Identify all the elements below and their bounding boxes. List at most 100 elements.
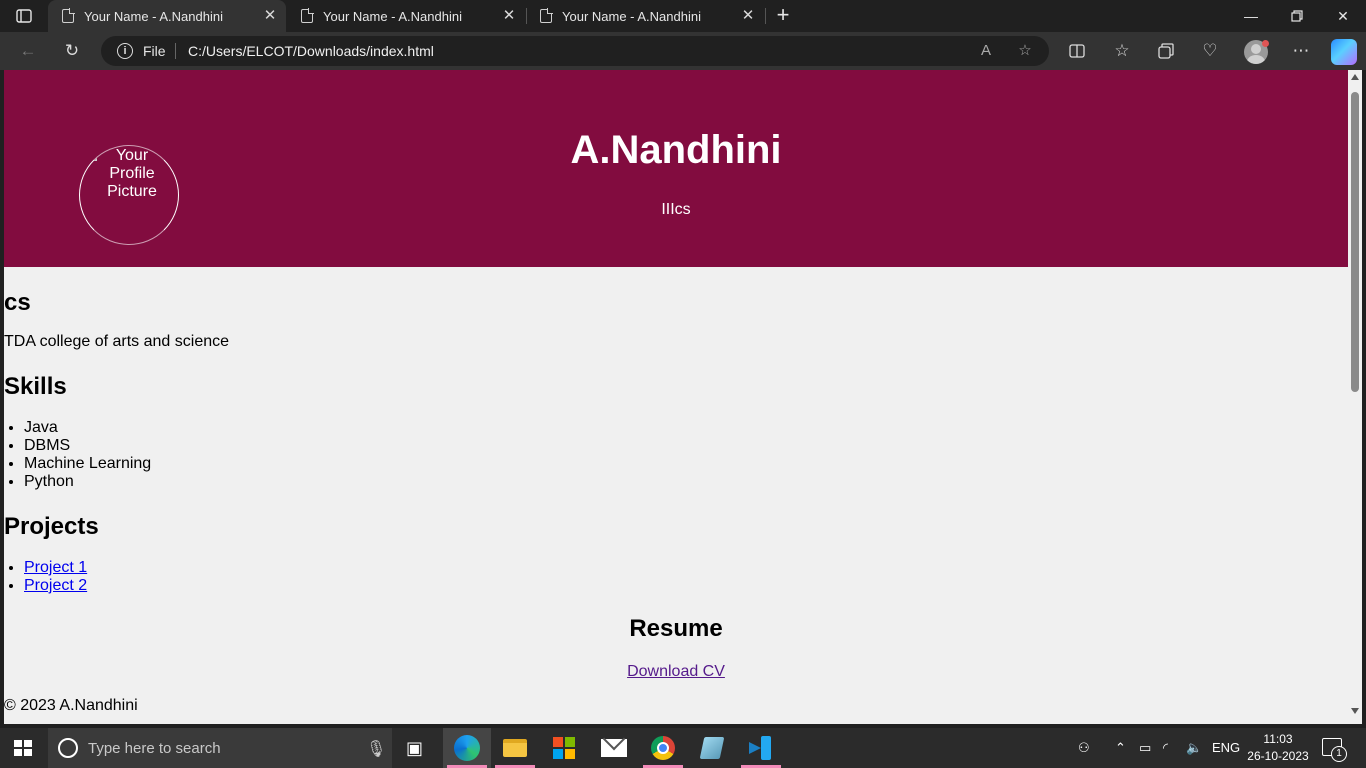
file-scheme-label: File (143, 43, 166, 59)
people-icon[interactable]: ⚇ (1078, 740, 1090, 756)
close-window-button[interactable]: ✕ (1320, 0, 1366, 32)
resume-heading: Resume (629, 615, 723, 642)
scroll-down-arrow-icon[interactable] (1351, 708, 1359, 714)
notes-icon (699, 737, 725, 759)
close-tab-icon[interactable]: ✕ (262, 8, 278, 24)
clock-date: 26-10-2023 (1247, 749, 1309, 763)
volume-icon[interactable]: 🔈 (1186, 740, 1202, 756)
favorites-button[interactable]: ☆ (1108, 37, 1136, 65)
restore-icon (1291, 10, 1303, 22)
notes-app[interactable] (688, 728, 736, 768)
windows-start-icon[interactable] (14, 740, 32, 756)
taskbar: Type here to search 🎙 ▣ ⚇ ⌃ ▭ ◜ 🔈 ENG 11… (0, 728, 1366, 768)
page-viewport: Your Profile Picture A.Nandhini IIIcs cs… (4, 70, 1348, 724)
url-text[interactable]: C:/Users/ELCOT/Downloads/index.html (188, 43, 434, 59)
tab-1[interactable]: Your Name - A.Nandhini ✕ (48, 0, 286, 32)
chrome-app[interactable] (639, 728, 687, 768)
page-icon (301, 8, 314, 23)
education-text: TDA college of arts and science (4, 333, 230, 350)
address-bar[interactable]: i File C:/Users/ELCOT/Downloads/index.ht… (101, 36, 1049, 66)
mail-app[interactable] (590, 728, 638, 768)
download-cv-link[interactable]: Download CV (627, 663, 725, 680)
browser-toolbar: ← ↻ i File C:/Users/ELCOT/Downloads/inde… (0, 32, 1366, 70)
microphone-icon[interactable]: 🎙 (366, 739, 386, 759)
copilot-icon[interactable] (1331, 39, 1357, 65)
tab-actions-button[interactable] (8, 4, 40, 28)
tab-2[interactable]: Your Name - A.Nandhini ✕ (287, 0, 525, 32)
vscode-icon (749, 736, 773, 760)
minimize-button[interactable]: — (1228, 0, 1274, 32)
tab-strip: Your Name - A.Nandhini ✕ Your Name - A.N… (0, 0, 1366, 32)
favorites-icon: ☆ (1114, 41, 1130, 60)
close-tab-icon[interactable]: ✕ (501, 8, 517, 24)
read-aloud-icon[interactable]: A (976, 41, 996, 61)
clock-time: 11:03 (1263, 732, 1293, 746)
heart-pulse-icon: ♡ (1202, 41, 1218, 60)
edge-app[interactable] (443, 728, 491, 768)
list-item: Machine Learning (24, 455, 151, 473)
list-item: Python (24, 473, 151, 491)
tab-title: Your Name - A.Nandhini (562, 8, 701, 24)
close-tab-icon[interactable]: ✕ (740, 8, 756, 24)
page-header: Your Profile Picture A.Nandhini IIIcs (4, 70, 1348, 267)
arrow-left-icon: ← (19, 41, 37, 60)
skills-heading: Skills (4, 373, 67, 400)
list-item: Java (24, 419, 151, 437)
project-1-link[interactable]: Project 1 (24, 559, 87, 576)
address-divider (175, 43, 176, 59)
file-explorer-app[interactable] (491, 728, 539, 768)
minimize-icon: — (1244, 8, 1258, 24)
collections-button[interactable] (1152, 37, 1180, 65)
plus-icon: + (776, 2, 790, 27)
notification-count-badge: 1 (1331, 746, 1347, 762)
list-item: Project 2 (24, 577, 87, 595)
clock[interactable]: 11:03 26-10-2023 (1236, 731, 1320, 765)
browser-essentials-button[interactable]: ♡ (1196, 37, 1224, 65)
page-icon (62, 8, 75, 23)
restore-button[interactable] (1274, 0, 1320, 32)
taskbar-search[interactable]: Type here to search 🎙 (48, 728, 392, 768)
edge-icon (454, 735, 480, 761)
new-tab-button[interactable]: + (771, 4, 795, 28)
education-heading: cs (4, 289, 31, 316)
tab-actions-icon (16, 9, 32, 23)
battery-icon[interactable]: ▭ (1139, 740, 1151, 756)
refresh-button[interactable]: ↻ (58, 37, 86, 65)
list-item: Project 1 (24, 559, 87, 577)
mail-icon (601, 739, 627, 757)
page-title: A.Nandhini (570, 128, 782, 172)
back-button[interactable]: ← (14, 37, 42, 65)
close-icon: ✕ (1337, 7, 1349, 24)
tab-title: Your Name - A.Nandhini (323, 8, 462, 24)
favorite-star-icon[interactable]: ☆ (1015, 41, 1035, 61)
search-icon (58, 738, 78, 758)
projects-list: Project 1 Project 2 (24, 559, 87, 595)
profile-status-dot (1262, 40, 1269, 47)
window-edge (1362, 70, 1366, 724)
project-2-link[interactable]: Project 2 (24, 577, 87, 594)
page-icon (540, 8, 553, 23)
more-icon: ⋯ (1292, 41, 1310, 60)
chevron-up-icon[interactable]: ⌃ (1115, 740, 1126, 756)
wifi-icon[interactable]: ◜ (1163, 740, 1168, 756)
store-app[interactable] (540, 728, 588, 768)
vertical-scrollbar[interactable] (1348, 70, 1362, 724)
list-item: DBMS (24, 437, 151, 455)
page-footer: © 2023 A.Nandhini (4, 697, 138, 714)
info-icon[interactable]: i (117, 43, 133, 59)
split-screen-button[interactable] (1063, 37, 1091, 65)
settings-more-button[interactable]: ⋯ (1287, 37, 1315, 65)
page-subtitle: IIIcs (661, 201, 691, 218)
projects-heading: Projects (4, 513, 99, 540)
search-placeholder[interactable]: Type here to search (88, 740, 221, 757)
scrollbar-thumb[interactable] (1351, 92, 1359, 392)
task-view-icon[interactable]: ▣ (406, 738, 423, 759)
collections-icon (1158, 43, 1174, 59)
store-icon (553, 737, 575, 759)
scroll-up-arrow-icon[interactable] (1351, 74, 1359, 80)
tab-title: Your Name - A.Nandhini (84, 8, 223, 24)
resume-link-container: Download CV (4, 663, 1348, 681)
vscode-app[interactable] (737, 728, 785, 768)
tab-divider (765, 8, 766, 24)
tab-3[interactable]: Your Name - A.Nandhini ✕ (526, 0, 764, 32)
